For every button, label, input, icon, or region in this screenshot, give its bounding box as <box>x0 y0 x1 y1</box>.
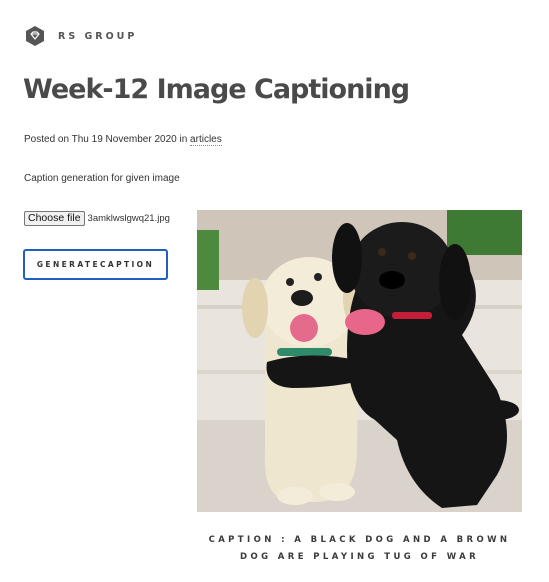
generate-caption-button[interactable]: GENERATECAPTION <box>23 249 168 280</box>
diamond-hexagon-icon <box>26 26 44 46</box>
caption-text: CAPTION : A BLACK DOG AND A BROWN DOG AR… <box>208 535 511 562</box>
posted-date-text: Posted on Thu 19 November 2020 in <box>24 134 191 145</box>
file-upload: Choose file 3amklwslgwq21.jpg <box>24 211 170 226</box>
brand-name: RS GROUP <box>58 30 138 42</box>
post-meta: Posted on Thu 19 November 2020 in articl… <box>24 134 222 146</box>
page-title: Week-12 Image Captioning <box>23 74 410 105</box>
brand[interactable]: RS GROUP <box>24 25 137 47</box>
selected-file-name: 3amklwslgwq21.jpg <box>87 213 170 224</box>
category-link[interactable]: articles <box>190 134 222 146</box>
post-description: Caption generation for given image <box>24 173 180 184</box>
choose-file-button[interactable]: Choose file <box>24 211 85 226</box>
puppies-photo <box>197 210 522 512</box>
